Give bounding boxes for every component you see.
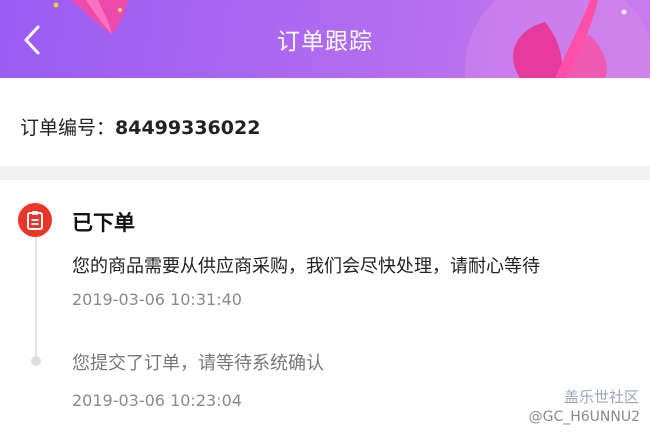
section-divider xyxy=(0,166,650,180)
order-number-label: 订单编号： xyxy=(20,117,116,139)
tracking-timeline: 已下单 您的商品需要从供应商采购，我们会尽快处理，请耐心等待 2019-03-0… xyxy=(0,180,650,438)
order-number-row: 订单编号：84499336022 xyxy=(0,78,650,166)
step-title: 已下单 xyxy=(72,211,135,235)
step-timestamp: 2019-03-06 10:23:04 xyxy=(72,391,242,410)
watermark-user: @GC_H6UNNU2 xyxy=(528,409,640,425)
step-description: 您提交了订单，请等待系统确认 xyxy=(72,353,324,374)
timeline-line xyxy=(35,236,37,356)
step-timestamp: 2019-03-06 10:31:40 xyxy=(72,290,242,309)
watermark-title: 盖乐世社区 xyxy=(563,388,639,406)
order-number-value: 84499336022 xyxy=(115,117,261,139)
timeline-dot xyxy=(31,356,41,366)
order-placed-icon xyxy=(18,203,52,237)
page-title: 订单跟踪 xyxy=(277,29,373,55)
step-description: 您的商品需要从供应商采购，我们会尽快处理，请耐心等待 xyxy=(72,256,540,277)
app-header: 订单跟踪 xyxy=(0,0,650,78)
